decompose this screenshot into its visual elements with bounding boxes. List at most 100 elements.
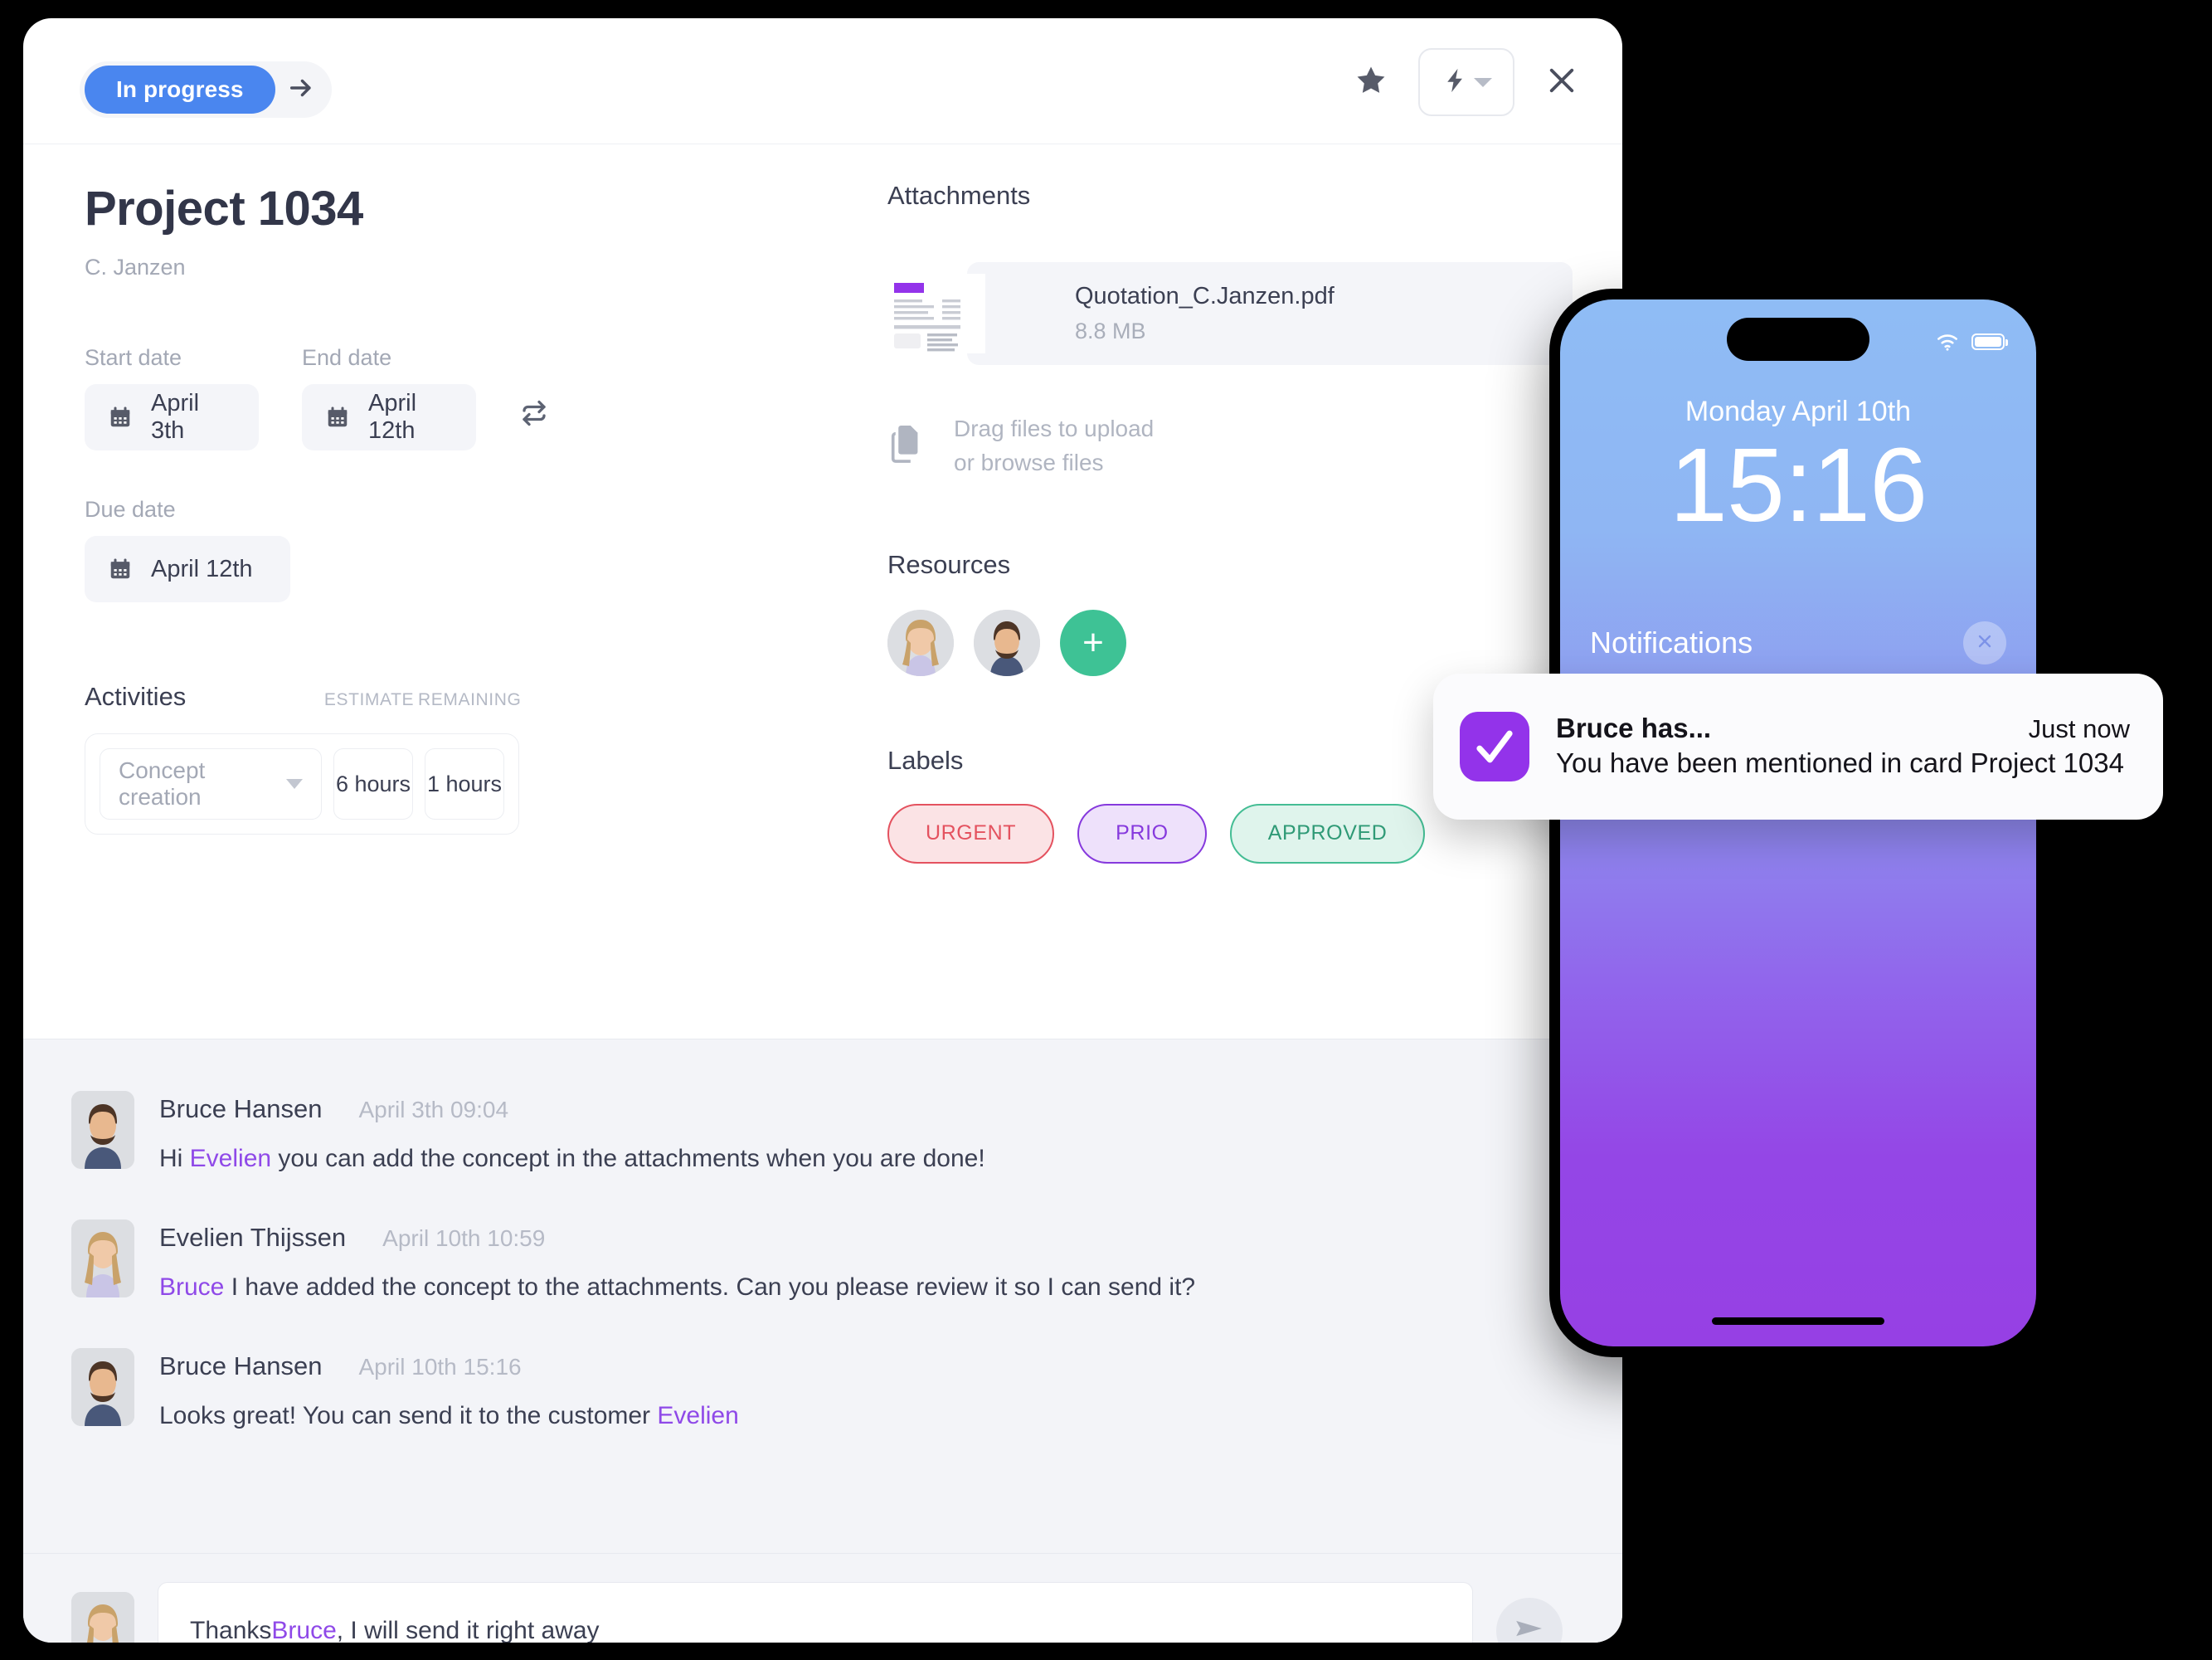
label-chip-approved[interactable]: APPROVED — [1229, 803, 1426, 864]
mention[interactable]: Bruce — [271, 1617, 336, 1643]
label-chip-prio[interactable]: PRIO — [1077, 803, 1207, 864]
swap-icon — [519, 400, 549, 431]
label-chip-urgent[interactable]: URGENT — [887, 803, 1055, 864]
comment-header: Evelien Thijssen April 10th 10:59 — [159, 1223, 1563, 1253]
battery-icon — [1971, 333, 2008, 350]
mention[interactable]: Bruce — [159, 1273, 224, 1301]
status-next-button[interactable] — [275, 66, 327, 114]
customer-name: C. Janzen — [85, 255, 186, 280]
resources-heading: Resources — [887, 549, 1011, 579]
attachments-heading: Attachments — [887, 181, 1031, 210]
comment-author: Evelien Thijssen — [159, 1223, 347, 1252]
favorite-button[interactable] — [1354, 63, 1388, 102]
topbar-actions — [1354, 48, 1579, 116]
activity-row: Concept creation 6 hours 1 hours — [85, 733, 519, 835]
avatar[interactable] — [887, 609, 954, 676]
comment-timestamp: April 10th 15:16 — [358, 1354, 522, 1380]
dropzone-line1: Drag files to upload — [954, 416, 1155, 441]
comment-body: Bruce Hansen April 10th 15:16 Looks grea… — [159, 1348, 1563, 1432]
notifications-header: Notifications — [1590, 621, 2006, 664]
clear-notifications-button[interactable] — [1963, 621, 2006, 664]
comment-text-pre: Hi — [159, 1145, 190, 1172]
calendar-icon — [325, 405, 350, 430]
attachment-file[interactable]: Quotation_C.Janzen.pdf 8.8 MB — [967, 262, 1573, 365]
comment-item: Bruce Hansen April 10th 15:16 Looks grea… — [71, 1348, 1563, 1432]
comment-input[interactable]: Thanks Bruce, I will send it right away — [158, 1581, 1473, 1643]
avatar — [71, 1348, 134, 1426]
card-left-column: Project 1034 C. Janzen Start date April … — [23, 181, 853, 1039]
notification-body: Bruce has... Just now You have been ment… — [1556, 713, 2130, 781]
comment-body: Evelien Thijssen April 10th 10:59 Bruce … — [159, 1219, 1563, 1303]
phone-mockup: Monday April 10th 15:16 Notifications — [1549, 289, 2047, 1357]
start-date-input[interactable]: April 3th — [85, 384, 259, 450]
card-topbar: In progress — [23, 18, 1622, 144]
chevron-down-icon — [1474, 77, 1492, 87]
notification-app-name: Bruce has... — [1556, 713, 1712, 744]
comment-header: Bruce Hansen April 10th 15:16 — [159, 1351, 1563, 1381]
close-icon — [1975, 631, 1995, 655]
column-header-remaining: REMAINING — [418, 690, 522, 709]
comment-timestamp: April 3th 09:04 — [358, 1097, 509, 1122]
activity-remaining[interactable]: 1 hours — [425, 748, 504, 820]
phone-screen: Monday April 10th 15:16 Notifications — [1560, 299, 2036, 1346]
comment-input-post: , I will send it right away — [336, 1616, 600, 1643]
start-date-value: April 3th — [151, 390, 200, 444]
automation-button[interactable] — [1418, 48, 1514, 116]
comment-header: Bruce Hansen April 3th 09:04 — [159, 1094, 1563, 1124]
comment-item: Evelien Thijssen April 10th 10:59 Bruce … — [71, 1219, 1563, 1303]
chevron-down-icon — [286, 779, 303, 789]
comment-input-pre: Thanks — [190, 1616, 272, 1643]
notifications-title: Notifications — [1590, 626, 1753, 660]
attachment-item: Quotation_C.Janzen.pdf 8.8 MB — [887, 262, 1573, 365]
copy-files-icon — [887, 422, 926, 470]
avatar — [71, 1091, 134, 1169]
checkmark-app-icon — [1460, 712, 1529, 781]
swap-dates-button[interactable] — [519, 398, 549, 432]
send-icon — [1513, 1612, 1546, 1643]
avatar[interactable] — [974, 609, 1040, 676]
avatar — [71, 1591, 134, 1643]
end-date-value: April 12th — [368, 390, 417, 444]
notification-timestamp: Just now — [2028, 714, 2130, 744]
lockscreen-time: 15:16 — [1669, 426, 1928, 543]
card-body: Project 1034 C. Janzen Start date April … — [23, 144, 1622, 1039]
end-date-input[interactable]: April 12th — [302, 384, 476, 450]
pdf-thumbnail-icon — [887, 274, 985, 353]
add-resource-button[interactable]: + — [1060, 609, 1126, 676]
status-button[interactable]: In progress — [85, 66, 275, 114]
activities-heading: Activities — [85, 682, 187, 711]
activity-select[interactable]: Concept creation — [100, 748, 322, 820]
due-date-label: Due date — [85, 497, 176, 522]
mention[interactable]: Evelien — [190, 1145, 271, 1172]
lightning-bolt-icon — [1441, 66, 1469, 99]
dynamic-island — [1727, 318, 1869, 361]
file-dropzone[interactable]: Drag files to upload or browse files — [887, 411, 1573, 480]
comment-author: Bruce Hansen — [159, 1351, 323, 1380]
home-indicator — [1712, 1317, 1884, 1325]
push-notification[interactable]: Bruce has... Just now You have been ment… — [1433, 674, 2163, 820]
send-comment-button[interactable] — [1496, 1597, 1563, 1643]
due-date-field: Due date April 12th — [85, 497, 853, 602]
star-icon — [1354, 63, 1388, 102]
activity-estimate[interactable]: 6 hours — [333, 748, 413, 820]
close-button[interactable] — [1544, 63, 1579, 102]
comment-body: Bruce Hansen April 3th 09:04 Hi Evelien … — [159, 1091, 1563, 1175]
phone-statusbar — [1935, 329, 2008, 354]
start-date-label: Start date — [85, 345, 182, 370]
calendar-icon — [108, 405, 133, 430]
dropzone-line2: or browse files — [954, 450, 1104, 476]
mention[interactable]: Evelien — [657, 1402, 738, 1429]
comment-item: Bruce Hansen April 3th 09:04 Hi Evelien … — [71, 1091, 1563, 1175]
screenshot-stage: In progress Project 1034 C. Janzen Start… — [0, 0, 2212, 1660]
attachment-filesize: 8.8 MB — [1075, 319, 1146, 343]
card-right-column: Attachments Quotation_C.Janzen.pdf 8.8 M… — [853, 181, 1622, 1039]
due-date-input[interactable]: April 12th — [85, 536, 290, 602]
activities-header: Activities ESTIMATE REMAINING — [85, 682, 522, 712]
resources-avatars: + — [887, 609, 1573, 676]
comment-author: Bruce Hansen — [159, 1094, 323, 1123]
page-title: Project 1034 — [85, 182, 363, 236]
arrow-right-icon — [287, 74, 315, 106]
notification-header: Bruce has... Just now — [1556, 713, 2130, 744]
notification-message: You have been mentioned in card Project … — [1556, 747, 2124, 779]
comment-text: Bruce I have added the concept to the at… — [159, 1271, 1563, 1303]
